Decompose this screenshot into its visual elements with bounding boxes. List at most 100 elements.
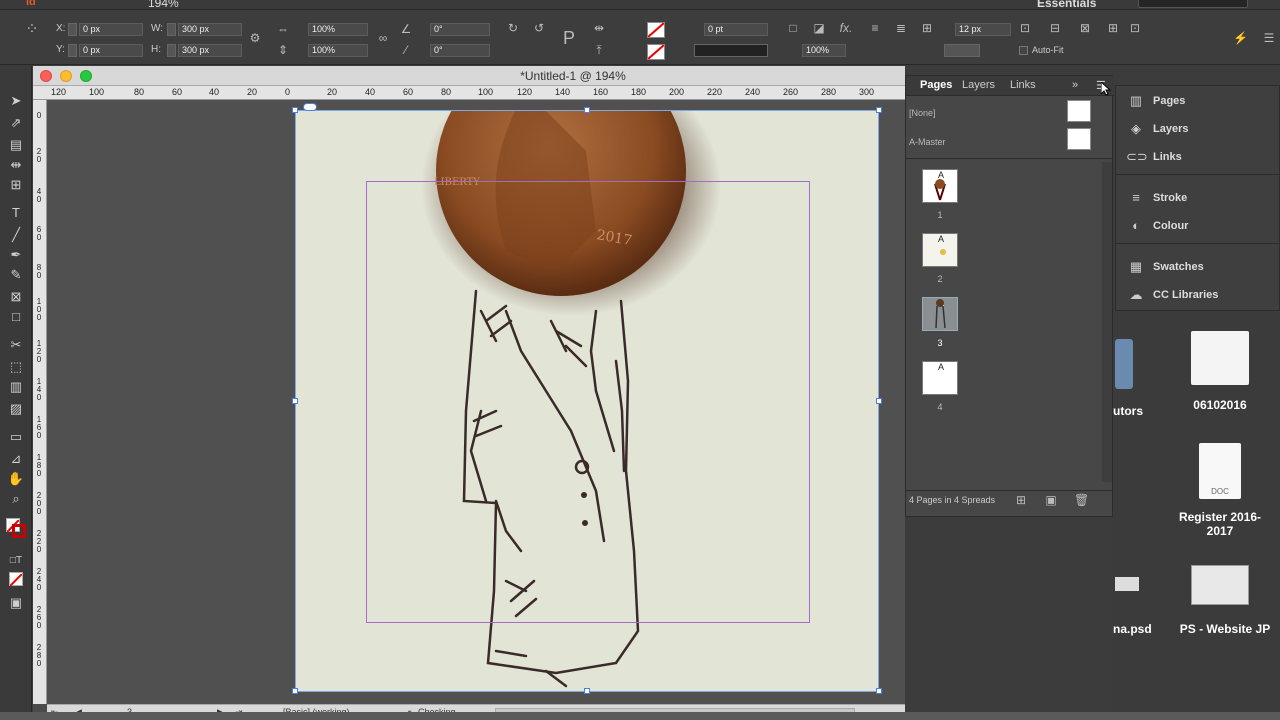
page-tool-icon[interactable]: ▤ <box>6 136 26 154</box>
apply-none-icon[interactable] <box>9 572 23 587</box>
content-collector-icon[interactable]: ⊞ <box>6 176 26 194</box>
zoom-level-menu[interactable]: 194% <box>148 0 179 10</box>
x-field[interactable]: 0 px <box>79 23 143 36</box>
page-thumbnail-4[interactable]: A <box>922 361 958 395</box>
w-stepper[interactable] <box>167 23 176 36</box>
rotate-field[interactable]: 0° <box>430 23 490 36</box>
fit-frame-icon[interactable]: ⊟ <box>1048 22 1062 34</box>
tab-layers[interactable]: Layers <box>962 79 995 91</box>
dock-item-pages[interactable]: ▥ Pages <box>1116 88 1280 114</box>
formatting-affects-text-icon[interactable]: □T <box>6 552 26 570</box>
pencil-tool-icon[interactable]: ✎ <box>6 266 26 284</box>
align-center-icon[interactable]: ≣ <box>894 22 908 34</box>
hand-tool-icon[interactable]: ✋ <box>6 470 26 488</box>
eyedropper-tool-icon[interactable]: ⊿ <box>6 450 26 468</box>
align-left-icon[interactable]: ≡ <box>868 22 882 34</box>
drop-shadow-icon[interactable]: ◪ <box>812 22 826 34</box>
page-thumbnail-2[interactable]: A <box>922 233 958 267</box>
stroke-weight-field[interactable]: 0 pt <box>704 23 768 36</box>
help-search-field[interactable] <box>1138 0 1248 8</box>
x-stepper[interactable] <box>68 23 77 36</box>
shear-field[interactable]: 0° <box>430 44 490 57</box>
selection-container-icon[interactable]: P <box>562 29 576 47</box>
line-tool-icon[interactable]: ╱ <box>6 226 26 244</box>
h-field[interactable]: 300 px <box>178 44 242 57</box>
flip-horizontal-icon[interactable]: ⇹ <box>592 22 606 34</box>
master-a[interactable]: A-Master <box>909 137 946 147</box>
dock-item-colour[interactable]: ◐ Colour <box>1116 213 1280 239</box>
file-icon[interactable] <box>1191 331 1249 385</box>
scale-y-field[interactable]: 100% <box>308 44 368 57</box>
center-content-icon[interactable]: ⊞ <box>1106 22 1120 34</box>
page-thumbnail-3[interactable]: A <box>922 297 958 331</box>
fill-frame-icon[interactable]: ⊠ <box>1078 22 1092 34</box>
horizontal-ruler[interactable]: 120 100 80 60 40 20 0 20 40 60 80 100 12… <box>33 86 905 100</box>
selection-tool-icon[interactable]: ➤ <box>6 92 26 110</box>
link-badge-icon[interactable] <box>303 103 317 111</box>
direct-selection-tool-icon[interactable]: ⇗ <box>6 114 26 132</box>
app-icon[interactable] <box>1115 339 1133 389</box>
selection-handle-bc[interactable] <box>584 688 590 694</box>
dock-item-cc-libraries[interactable]: ☁ CC Libraries <box>1116 282 1280 308</box>
fill-swatch[interactable] <box>647 22 665 38</box>
flip-vertical-icon[interactable]: ⤒ <box>592 44 606 56</box>
panel-menu-icon[interactable]: ☰ <box>1262 32 1276 44</box>
scissors-tool-icon[interactable]: ✂ <box>6 336 26 354</box>
dock-item-swatches[interactable]: ▦ Swatches <box>1116 254 1280 280</box>
link-scale-icon[interactable]: ∞ <box>376 32 390 44</box>
dock-item-layers[interactable]: ◈ Layers <box>1116 116 1280 142</box>
rectangle-frame-tool-icon[interactable]: ⊠ <box>6 288 26 306</box>
fitting-dropdown[interactable] <box>944 44 980 57</box>
dock-item-stroke[interactable]: ≡ Stroke <box>1116 185 1280 211</box>
stroke-swatch[interactable] <box>647 44 665 60</box>
selection-handle-br[interactable] <box>876 688 882 694</box>
quick-apply-icon[interactable]: ⚡ <box>1233 32 1248 44</box>
pages-scrollbar[interactable] <box>1102 162 1112 482</box>
rotate-ccw-icon[interactable]: ↺ <box>532 22 546 34</box>
y-stepper[interactable] <box>68 44 77 57</box>
effects-fx-icon[interactable]: fx. <box>838 22 854 34</box>
selection-handle-ml[interactable] <box>292 398 298 404</box>
pasteboard[interactable]: 2017 LIBERTY <box>47 100 905 704</box>
psd-file-icon[interactable] <box>1115 577 1139 591</box>
type-tool-icon[interactable]: T <box>6 204 26 222</box>
gap-tool-icon[interactable]: ⇹ <box>6 156 26 174</box>
free-transform-tool-icon[interactable]: ⬚ <box>6 358 26 376</box>
desktop-item-label[interactable]: PS - Website JP <box>1171 622 1279 636</box>
workspace-switcher[interactable]: Essentials <box>1037 0 1096 10</box>
vertical-ruler[interactable]: 0 2 0 4 0 6 0 8 0 1 0 0 1 2 0 1 4 0 1 6 … <box>33 100 47 704</box>
zoom-tool-icon[interactable]: ⌕ <box>6 490 26 508</box>
desktop-item-label[interactable]: na.psd <box>1113 622 1152 636</box>
doc-file-icon[interactable]: DOC <box>1199 443 1241 499</box>
note-tool-icon[interactable]: ▭ <box>6 428 26 446</box>
gradient-feather-tool-icon[interactable]: ▨ <box>6 400 26 418</box>
selection-handle-bl[interactable] <box>292 688 298 694</box>
pen-tool-icon[interactable]: ✒ <box>6 246 26 264</box>
rotate-cw-icon[interactable]: ↻ <box>506 22 520 34</box>
screen-mode-icon[interactable]: ▣ <box>6 594 26 612</box>
master-none[interactable]: [None] <box>909 108 936 118</box>
rectangle-tool-icon[interactable]: □ <box>6 308 26 326</box>
collapse-panel-icon[interactable]: » <box>1072 79 1078 91</box>
selection-handle-tr[interactable] <box>876 107 882 113</box>
master-none-thumbnail[interactable] <box>1067 100 1091 122</box>
w-field[interactable]: 300 px <box>178 23 242 36</box>
gradient-swatch-tool-icon[interactable]: ▥ <box>6 378 26 396</box>
reference-point-icon[interactable]: ⁘ <box>22 22 42 44</box>
fit-content-icon[interactable]: ⊡ <box>1018 22 1032 34</box>
desktop-item-label[interactable]: Register 2016-2017 <box>1173 510 1267 538</box>
new-page-icon[interactable]: ▣ <box>1044 494 1058 506</box>
scale-x-field[interactable]: 100% <box>308 23 368 36</box>
selection-handle-mr[interactable] <box>876 398 882 404</box>
gutter-field[interactable]: 12 px <box>955 23 1011 36</box>
selection-handle-tc[interactable] <box>584 107 590 113</box>
website-file-icon[interactable] <box>1191 565 1249 605</box>
master-a-thumbnail[interactable] <box>1067 128 1091 150</box>
tab-pages[interactable]: Pages <box>920 79 952 91</box>
fit-proportional-icon[interactable]: ⊡ <box>1128 22 1142 34</box>
stroke-type-dropdown[interactable] <box>694 44 768 57</box>
document-page[interactable]: 2017 LIBERTY <box>295 110 879 692</box>
delete-page-icon[interactable]: 🗑 <box>1074 494 1089 506</box>
desktop-item-label[interactable]: utors <box>1113 404 1143 418</box>
y-field[interactable]: 0 px <box>79 44 143 57</box>
